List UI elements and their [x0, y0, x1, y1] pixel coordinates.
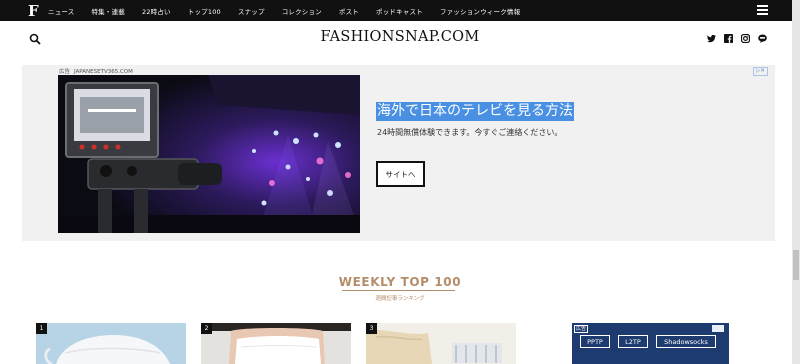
line-icon[interactable]	[758, 34, 767, 43]
ad-label: 広告 JAPANESETV365.COM	[59, 67, 133, 75]
nav-item-collection[interactable]: コレクション	[282, 6, 322, 16]
facebook-icon[interactable]	[724, 34, 733, 43]
ranking-image-white-mask[interactable]	[36, 323, 186, 364]
sponsored-ad-banner[interactable]: 広告 JAPANESETV365.COM ▷✕ 海外で日本のテレビを見る方法 2…	[22, 65, 775, 241]
ad-chip-pptp[interactable]: PPTP	[580, 335, 610, 348]
site-header: FASHIONSNAP.COM	[0, 21, 800, 61]
nav-item-post[interactable]: ポスト	[339, 6, 359, 16]
adchoices-icon[interactable]	[712, 325, 724, 332]
ranking-image-person-mask[interactable]	[201, 323, 351, 364]
vpn-ad-banner[interactable]: 広告 PPTP L2TP Shadowsocks	[572, 323, 729, 364]
hamburger-menu-icon[interactable]	[757, 5, 768, 15]
ranking-card[interactable]: 1	[36, 323, 186, 364]
nav-item-top100[interactable]: トップ100	[188, 6, 221, 16]
twitter-icon[interactable]	[707, 34, 716, 43]
ad-site-button[interactable]: サイトへ	[376, 161, 425, 187]
ad-image-tv-camera[interactable]	[58, 75, 360, 233]
nav-item-podcast[interactable]: ポッドキャスト	[376, 6, 423, 16]
nav-item-news[interactable]: ニュース	[48, 6, 74, 16]
ad-description: 24時間無償体験できます。今すぐご連絡ください。	[377, 128, 563, 137]
rank-badge: 1	[36, 323, 47, 334]
rank-badge: 2	[201, 323, 212, 334]
ad-headline[interactable]: 海外で日本のテレビを見る方法	[376, 102, 574, 121]
scrollbar-thumb[interactable]	[793, 250, 799, 280]
ranking-card[interactable]: 3	[366, 323, 516, 364]
nav-item-fashion-week[interactable]: ファッションウィーク情報	[440, 6, 520, 16]
nav-menu: ニュース 特集・連載 22時占い トップ100 スナップ コレクション ポスト …	[48, 0, 537, 21]
ranking-image-fabric[interactable]	[366, 323, 516, 364]
ad-chip-l2tp[interactable]: L2TP	[618, 335, 648, 348]
weekly-title-divider	[342, 290, 455, 291]
nav-item-fortune[interactable]: 22時占い	[142, 6, 171, 16]
ad-badge: 広告	[574, 325, 589, 333]
nav-item-features[interactable]: 特集・連載	[91, 6, 125, 16]
instagram-icon[interactable]	[741, 34, 750, 43]
site-logo[interactable]: F	[28, 2, 39, 20]
ad-chip-shadowsocks[interactable]: Shadowsocks	[656, 335, 716, 348]
adchoices-icon[interactable]: ▷✕	[753, 67, 768, 76]
top-navigation-bar: F ニュース 特集・連載 22時占い トップ100 スナップ コレクション ポス…	[0, 0, 800, 21]
weekly-subtitle: 週間記事ランキング	[375, 296, 425, 302]
rank-badge: 3	[366, 323, 377, 334]
weekly-top-100-title: WEEKLY TOP 100	[338, 275, 462, 289]
nav-item-snap[interactable]: スナップ	[238, 6, 265, 16]
site-title[interactable]: FASHIONSNAP.COM	[0, 29, 800, 45]
page-scrollbar[interactable]	[792, 0, 800, 364]
ranking-card[interactable]: 2	[201, 323, 351, 364]
